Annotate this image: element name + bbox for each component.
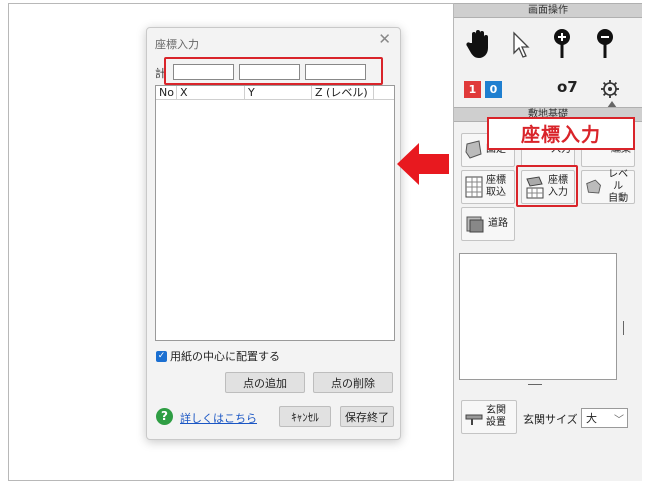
tool-panel: 画面操作 1 0 o7 敷地基礎 座標 取込 座標 入力 レベル 自動 道路 玄… [453, 3, 642, 481]
coordinate-table[interactable]: No X Y Z (レベル) [155, 85, 395, 341]
help-link[interactable]: 詳しくはこちら [180, 410, 257, 426]
coordinate-input-callout: 座標入力 [487, 117, 635, 150]
pointer-arrow-icon [397, 143, 449, 185]
entrance-size-label: 玄関サイズ [523, 413, 578, 426]
entrance-icon [465, 414, 483, 425]
column-y[interactable]: Y [245, 86, 312, 99]
center-on-paper-option[interactable]: ✓ 用紙の中心に配置する [156, 348, 280, 364]
y-coordinate-input[interactable] [239, 64, 300, 80]
chevron-down-icon: ﹀ [614, 415, 624, 426]
dialog-title: 座標入力 [155, 38, 199, 51]
column-z[interactable]: Z (レベル) [312, 86, 374, 99]
entrance-place-button[interactable]: 玄関 設置 [461, 400, 517, 434]
layer-badge-1[interactable]: 1 [464, 81, 481, 98]
level-shape-icon [586, 179, 601, 194]
road-icon [466, 216, 484, 233]
layer-badge-0[interactable]: 0 [485, 81, 502, 98]
x-coordinate-input[interactable] [173, 64, 234, 80]
coordinate-input-highlight [164, 57, 383, 85]
grid-table-icon [465, 176, 483, 198]
z-coordinate-input[interactable] [305, 64, 366, 80]
add-point-button[interactable]: 点の追加 [225, 372, 305, 393]
column-x[interactable]: X [177, 86, 245, 99]
coordinate-input-highlight-box [516, 165, 578, 207]
center-on-paper-label: 用紙の中心に配置する [170, 350, 280, 363]
preview-scroll-marker [623, 321, 624, 335]
road-button[interactable]: 道路 [461, 207, 515, 241]
table-header: No X Y Z (レベル) [156, 86, 394, 100]
level-auto-button[interactable]: レベル 自動 [581, 169, 635, 204]
screen-ops-header: 画面操作 [454, 3, 642, 18]
zoom-out-icon[interactable] [595, 28, 615, 60]
level-auto-label: レベル 自動 [608, 169, 629, 204]
help-icon[interactable]: ? [156, 408, 173, 425]
zoom-in-icon[interactable] [552, 28, 572, 60]
select-pointer-icon[interactable] [512, 31, 530, 59]
delete-point-button[interactable]: 点の削除 [313, 372, 393, 393]
preview-resize-marker [528, 384, 542, 385]
settings-gear-icon[interactable] [600, 79, 620, 99]
close-icon[interactable]: ✕ [378, 32, 391, 47]
angle-toggle-o7[interactable]: o7 [557, 78, 578, 96]
cancel-button[interactable]: ｷｬﾝｾﾙ [279, 406, 331, 427]
fix-shape-icon [465, 140, 482, 159]
preview-area [459, 253, 617, 380]
save-close-button[interactable]: 保存終了 [340, 406, 394, 427]
coord-import-label: 座標 取込 [486, 175, 506, 198]
entrance-size-value: 大 [586, 412, 597, 425]
coordinate-input-dialog: 座標入力 ✕ 計 No X Y Z (レベル) ✓ 用紙の中心に配置する 点の追… [146, 27, 401, 440]
entrance-place-label: 玄関 設置 [486, 405, 506, 428]
entrance-size-select[interactable]: 大 ﹀ [581, 408, 628, 428]
road-label: 道路 [488, 218, 508, 229]
hand-pan-icon[interactable] [466, 29, 492, 59]
coord-import-button[interactable]: 座標 取込 [461, 170, 515, 204]
center-on-paper-checkbox[interactable]: ✓ [156, 350, 167, 362]
column-no[interactable]: No [156, 86, 177, 99]
